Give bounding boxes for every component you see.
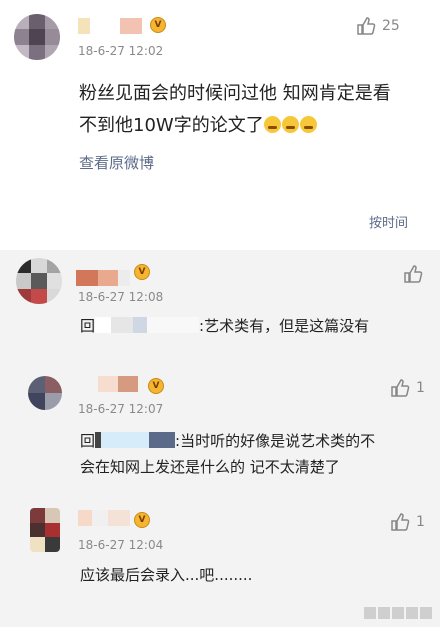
vip-badge-icon: V — [150, 17, 166, 33]
avatar[interactable] — [16, 258, 62, 304]
comment-text-line: 粉丝见面会的时候问过他 知网肯定是看 — [79, 83, 391, 104]
thumbs-up-icon — [391, 513, 410, 531]
mention-redacted[interactable] — [101, 432, 150, 448]
reply-timestamp: 18-6-27 12:07 — [78, 402, 164, 416]
comment-timestamp: 18-6-27 12:02 — [78, 44, 164, 58]
main-comment: V 18-6-27 12:02 25 粉丝见面会的时候问过他 知网肯定是看 不到… — [0, 0, 440, 250]
like-button[interactable] — [403, 264, 429, 284]
comment-text: 粉丝见面会的时候问过他 知网肯定是看 不到他10W字的论文了 — [79, 78, 429, 142]
mention-redacted[interactable] — [133, 317, 148, 333]
reply-timestamp: 18-6-27 12:04 — [78, 538, 164, 552]
username-redacted[interactable] — [78, 18, 142, 34]
mention-redacted[interactable] — [95, 317, 112, 333]
reply-item: V 18-6-27 12:08 回:艺术类有，但是这篇没有 — [0, 250, 440, 368]
thumbs-up-icon — [404, 265, 423, 283]
mention-redacted[interactable] — [147, 317, 200, 333]
like-button[interactable]: 1 — [390, 512, 425, 532]
vip-badge-icon: V — [134, 264, 150, 280]
like-count: 1 — [416, 380, 425, 396]
watermark — [364, 607, 432, 619]
view-original-link[interactable]: 查看原微博 — [79, 152, 154, 173]
avatar[interactable] — [14, 14, 60, 60]
reply-item: V 18-6-27 12:07 1 回:当时听的好像是说艺术类的不 会在知网上发… — [0, 368, 440, 498]
username-redacted[interactable] — [78, 510, 130, 526]
avatar[interactable] — [30, 508, 60, 552]
reply-text: 应该最后会录入...吧........ — [80, 566, 253, 584]
like-count: 25 — [382, 18, 400, 34]
thumbs-up-icon — [357, 17, 376, 35]
mention-redacted[interactable] — [111, 317, 134, 333]
like-button[interactable]: 1 — [390, 378, 425, 398]
like-count: 1 — [416, 514, 425, 530]
sort-by-time-button[interactable]: 按时间 — [369, 212, 408, 231]
reply-text: 回:艺术类有，但是这篇没有 — [80, 317, 370, 335]
crying-emoji-icon — [263, 116, 281, 133]
username-redacted[interactable] — [80, 376, 138, 392]
mention-redacted[interactable] — [149, 432, 176, 448]
vip-badge-icon: V — [148, 378, 164, 394]
avatar[interactable] — [28, 376, 62, 410]
crying-emoji-icon — [299, 116, 317, 133]
crying-emoji-icon — [281, 116, 299, 133]
vip-badge-icon: V — [134, 512, 150, 528]
comment-text-line: 不到他10W字的论文了 — [79, 110, 429, 142]
reply-timestamp: 18-6-27 12:08 — [78, 290, 164, 304]
reply-text: 回:当时听的好像是说艺术类的不 会在知网上发还是什么的 记不太清楚了 — [80, 432, 376, 476]
thumbs-up-icon — [391, 379, 410, 397]
like-button[interactable]: 25 — [356, 16, 400, 36]
username-redacted[interactable] — [76, 270, 130, 286]
